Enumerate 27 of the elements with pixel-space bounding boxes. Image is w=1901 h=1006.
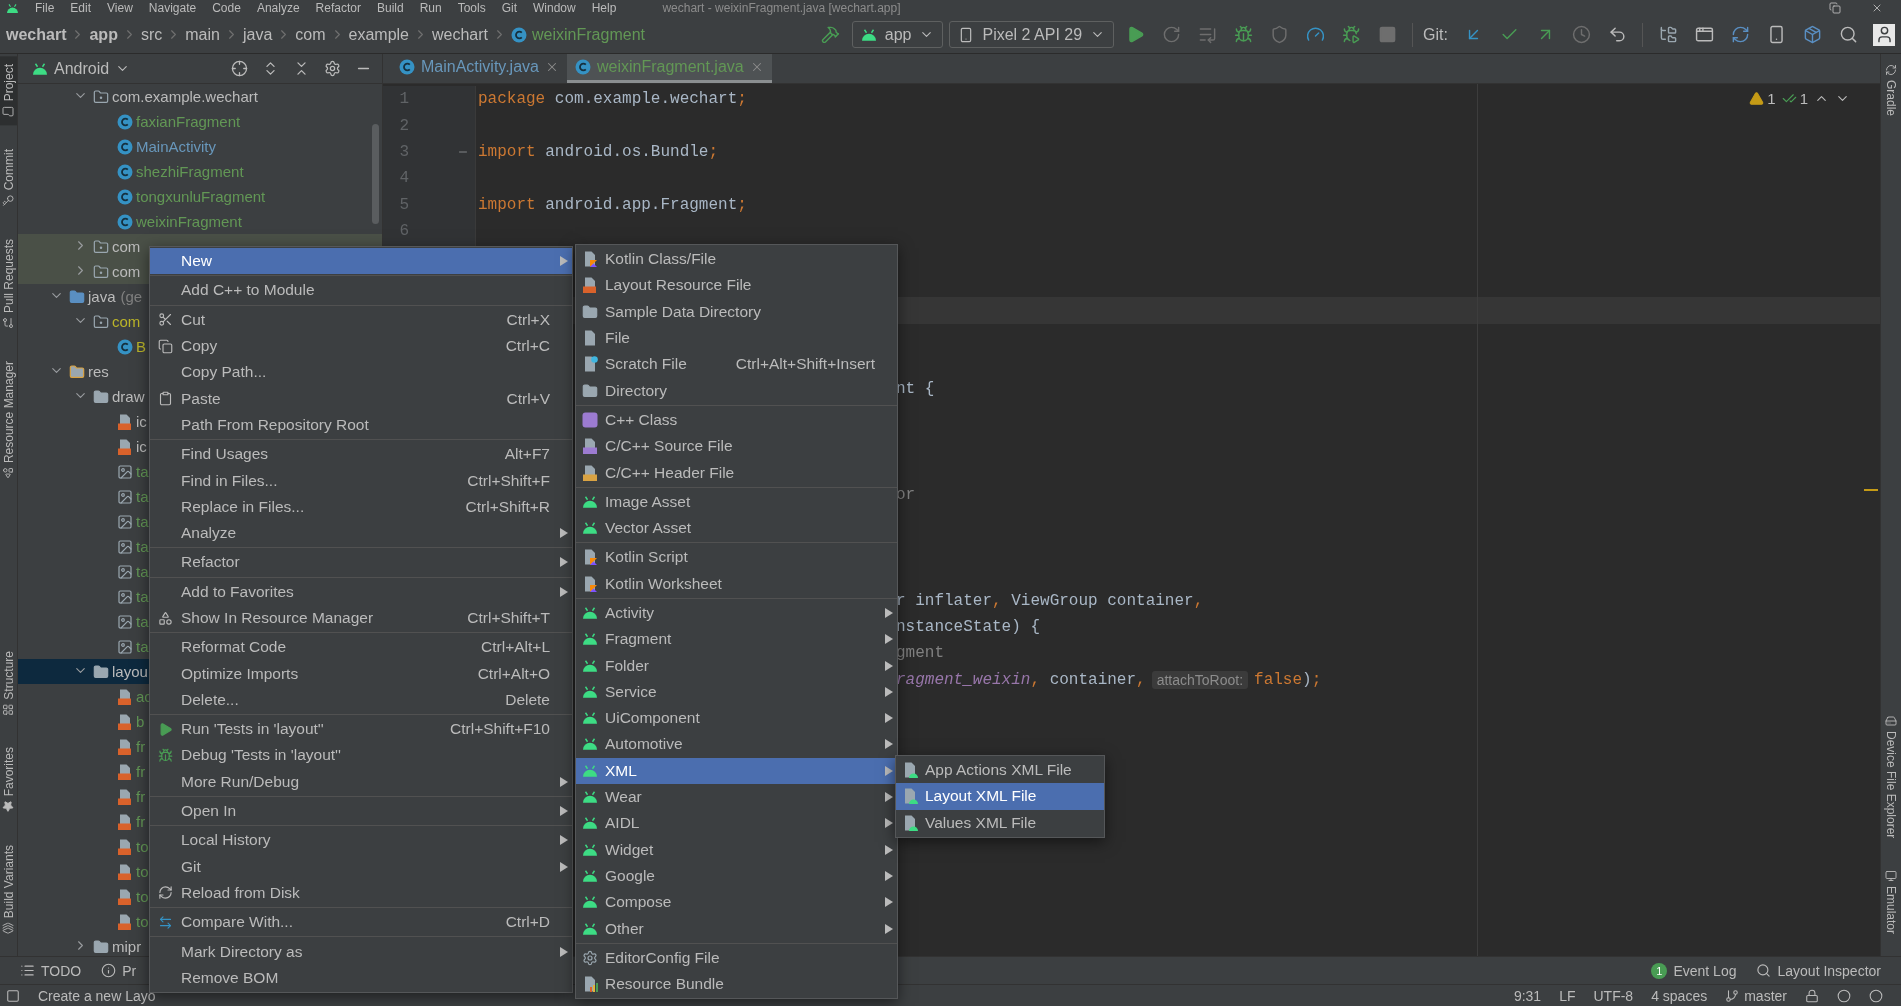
shortcut-label: Alt+F7 xyxy=(503,445,550,464)
shortcut-label: Ctrl+X xyxy=(505,310,550,329)
code-text: nstanceState) { xyxy=(896,618,1041,636)
shortcut-label: Ctrl+Alt+O xyxy=(476,664,550,683)
status-message: Create a new Layo xyxy=(38,987,156,1004)
code-text: r inflater, ViewGroup container, xyxy=(896,591,1204,610)
shortcut-label: Ctrl+Shift+F10 xyxy=(449,720,550,739)
code-text: import android.app.Fragment; xyxy=(478,195,747,214)
shortcut-label: Ctrl+Shift+R xyxy=(464,497,550,516)
code-text: gment xyxy=(896,644,944,663)
window-title: wechart - weixinFragment.java [wechart.app] xyxy=(662,1,901,15)
code-text: ragment_weixin, container, xyxy=(896,670,1146,689)
inlay-hint: attachToRoot: xyxy=(1151,670,1249,689)
shortcut-label: Ctrl+D xyxy=(504,913,550,932)
count-badge: 1 xyxy=(1651,962,1668,979)
shortcut-label: Ctrl+Alt+L xyxy=(480,638,550,657)
shortcut-label: Ctrl+Shift+T xyxy=(466,609,550,627)
shortcut-label: Ctrl+C xyxy=(504,337,550,356)
shortcut-label: Ctrl+Alt+Shift+Insert xyxy=(734,355,875,374)
shortcut-label: Ctrl+V xyxy=(505,389,550,408)
git-label: Git: xyxy=(1423,25,1448,44)
shortcut-label: Ctrl+Shift+F xyxy=(466,471,550,490)
code-text: package com.example.wechart; xyxy=(478,90,747,109)
shortcut-label: Delete xyxy=(504,690,550,709)
tree-item-note: (ge xyxy=(120,288,143,305)
code-text: false); xyxy=(1254,670,1322,689)
code-text: import android.os.Bundle; xyxy=(478,142,719,161)
